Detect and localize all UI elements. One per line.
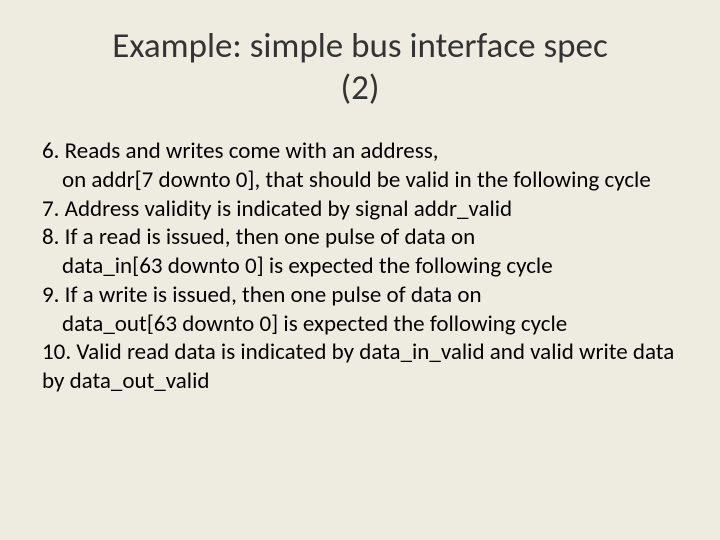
slide: Example: simple bus interface spec (2) 6… xyxy=(0,0,720,540)
spec-item-7: 7. Address validity is indicated by sign… xyxy=(42,195,680,224)
spec-item-8-line1: 8. If a read is issued, then one pulse o… xyxy=(42,223,680,252)
spec-item-6-line2: on addr[7 downto 0], that should be vali… xyxy=(42,166,680,195)
slide-title: Example: simple bus interface spec (2) xyxy=(40,25,680,109)
spec-item-9-line2: data_out[63 downto 0] is expected the fo… xyxy=(42,310,680,339)
spec-item-10: 10. Valid read data is indicated by data… xyxy=(42,338,680,396)
spec-item-6-line1: 6. Reads and writes come with an address… xyxy=(42,137,680,166)
slide-body: 6. Reads and writes come with an address… xyxy=(40,137,680,396)
spec-item-9-line1: 9. If a write is issued, then one pulse … xyxy=(42,281,680,310)
spec-item-8-line2: data_in[63 downto 0] is expected the fol… xyxy=(42,252,680,281)
